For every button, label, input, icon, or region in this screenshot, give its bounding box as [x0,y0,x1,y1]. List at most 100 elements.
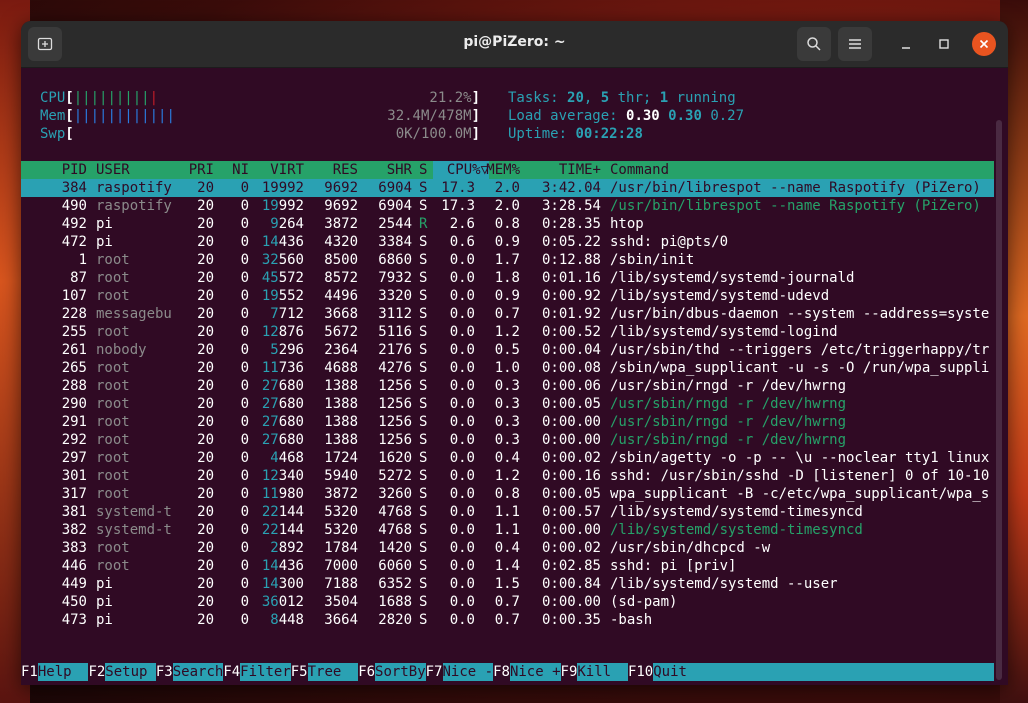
col-time: 0:00.04 [541,342,601,358]
col-cmd: /lib/systemd/systemd-timesyncd [610,504,863,520]
fkey-label-f9[interactable]: Kill [577,663,628,681]
process-row[interactable]: 490 raspotify 20 0 19992 9692 6904 S 17.3 2.0 3:28… [21,197,994,215]
fkey-label-f5[interactable]: Tree [307,663,359,681]
process-row[interactable]: 291 root 20 0 27680 1388 1256 S 0.0 0.3 0:00.00/us… [21,413,994,431]
col-user: root [96,450,130,466]
process-row[interactable]: 261 nobody 20 0 5296 2364 2176 S 0.0 0.5 0:00.04/u… [21,341,994,359]
col-virt: 22144 [261,522,304,538]
process-row[interactable]: 301 root 20 0 12340 5940 5272 S 0.0 1.2 0:00.16 ssh… [21,467,994,485]
fkey-f5[interactable]: F5 [291,663,308,681]
header-user[interactable]: USER [96,161,186,179]
process-row[interactable]: 381 systemd-t 20 0 22144 5320 4768 S 0.0 1.1 0:00.… [21,503,994,521]
process-row[interactable]: 382 systemd-t 20 0 22144 5320 4768 S 0.0 1.1 0:00.… [21,521,994,539]
process-row[interactable]: 473 pi 20 0 8448 3664 2820 S 0.0 0.7 0:00.35 -bash [21,611,994,629]
fkey-f1[interactable]: F1 [21,663,38,681]
fkey-label-f10[interactable]: Quit [653,663,994,681]
col-s: S [419,270,428,286]
process-row[interactable]: 265 root 20 0 11736 4688 4276 S 0.0 1.0 0:00.08/sb… [21,359,994,377]
fkey-label-f4[interactable]: Filter [240,663,291,681]
col-s: S [419,576,428,592]
process-row[interactable]: 383 root 20 0 2892 1784 1420 S 0.0 0.4 0:00.02/usr… [21,539,994,557]
process-row[interactable]: 255 root 20 0 12876 5672 5116 S 0.0 1.2 0:00.52/li… [21,323,994,341]
process-row[interactable]: 297 root 20 0 4468 1724 1620 S 0.0 0.4 0:00.02/sbi… [21,449,994,467]
col-virt: 14436 [261,558,304,574]
minimize-button[interactable] [894,32,918,56]
process-row[interactable]: 446 root 20 0 14436 7000 6060 S 0.0 1.4 0:02.85 ssh… [21,557,994,575]
fkey-label-f1[interactable]: Help [37,663,89,681]
process-row[interactable]: 87 root 20 0 45572 8572 7932 S 0.0 1.8 0:01.16/lib… [21,269,994,287]
mem-meter: Mem[|||||||||||| [40,108,175,124]
search-button[interactable] [797,27,831,61]
col-pid: 87 [70,270,87,286]
process-row[interactable]: 384 raspotify 20 0 19992 9692 6904 S 17.3 2.0 3:42… [21,179,994,197]
fkey-label-f7[interactable]: Nice - [442,663,494,681]
menu-button[interactable] [838,27,872,61]
col-cmd: /sbin/init [610,252,695,268]
minimize-icon [902,47,910,49]
col-cmd: /usr/sbin/rngd -r /dev/hwrng [610,432,847,448]
fkey-f8[interactable]: F8 [493,663,510,681]
col-cmd: sshd: pi@pts/0 [610,234,729,250]
col-shr: 1256 [378,378,412,394]
fkey-label-f6[interactable]: SortBy [375,663,426,681]
fkey-f4[interactable]: F4 [223,663,240,681]
header-mem[interactable]: MEM% [475,161,520,179]
process-row[interactable]: 1 root 20 0 32560 8500 6860 S 0.0 1.7 0:12.88/sbin… [21,251,994,269]
cpu-meter: CPU[|||||||||| [40,90,159,106]
process-row[interactable]: 292 root 20 0 27680 1388 1256 S 0.0 0.3 0:00.00/us… [21,431,994,449]
col-pri: 20 [197,450,214,466]
process-row[interactable]: 317 root 20 0 11980 3872 3260 S 0.0 0.8 0:00.05 wpa… [21,485,994,503]
col-res: 9692 [324,180,358,196]
col-cpu: 0.0 [449,396,475,412]
close-button[interactable] [972,32,996,56]
fkey-f9[interactable]: F9 [561,663,578,681]
header-pri[interactable]: PRI [181,161,214,179]
process-row[interactable]: 492 pi 20 0 9264 3872 2544 R 2.6 0.8 0:28.35 htop [21,215,994,233]
process-row[interactable]: 472 pi 20 0 14436 4320 3384 S 0.6 0.9 0:05.22 sshd:… [21,233,994,251]
header-s[interactable]: S [419,161,431,179]
col-ni: 0 [240,342,249,358]
col-res: 3664 [324,612,358,628]
process-row[interactable]: 450 pi 20 0 36012 3504 1688 S 0.0 0.7 0:00.00 (sd-p… [21,593,994,611]
col-s: S [419,360,428,376]
col-pri: 20 [197,324,214,340]
fkey-f6[interactable]: F6 [358,663,375,681]
col-cpu: 2.6 [449,216,475,232]
fkey-label-f8[interactable]: Nice + [509,663,561,681]
col-cpu: 0.0 [449,432,475,448]
col-mem: 1.8 [494,270,520,286]
col-ni: 0 [240,432,249,448]
cpu-bars: ||||||||| [73,90,150,106]
col-pri: 20 [197,234,214,250]
col-ni: 0 [240,612,249,628]
process-row[interactable]: 290 root 20 0 27680 1388 1256 S 0.0 0.3 0:00.05/us… [21,395,994,413]
process-row[interactable]: 107 root 20 0 19552 4496 3320 S 0.0 0.9 0:00.92/li… [21,287,994,305]
process-row[interactable]: 228 messagebu 20 0 7712 3668 3112 S 0.0 0.7 0:01.9… [21,305,994,323]
header-res[interactable]: RES [307,161,358,179]
col-time: 0:28.35 [541,216,601,232]
fkey-f7[interactable]: F7 [426,663,443,681]
terminal-area[interactable]: CPU[|||||||||| 21.2%] Mem[|||||||||||| 3… [21,68,1008,685]
process-row[interactable]: 449 pi 20 0 14300 7188 6352 S 0.0 1.5 0:00.84/lib/… [21,575,994,593]
header-ni[interactable]: NI [216,161,249,179]
header-virt[interactable]: VIRT [253,161,304,179]
header-pid[interactable]: PID [40,161,87,179]
header-shr[interactable]: SHR [361,161,412,179]
col-shr: 6352 [378,576,412,592]
header-cmd[interactable]: Command [610,161,994,179]
swp-meter: Swp[ [40,126,74,142]
col-ni: 0 [240,594,249,610]
col-cpu: 0.0 [449,414,475,430]
maximize-button[interactable] [932,32,956,56]
col-pri: 20 [197,252,214,268]
col-pri: 20 [197,504,214,520]
col-cmd: htop [610,216,644,232]
fkey-label-f3[interactable]: Search [172,663,224,681]
scrollbar[interactable] [996,120,1002,680]
header-time[interactable]: TIME+ [521,161,601,179]
fkey-f3[interactable]: F3 [156,663,173,681]
fkey-f2[interactable]: F2 [88,663,105,681]
fkey-f10[interactable]: F10 [628,663,653,681]
fkey-label-f2[interactable]: Setup [105,663,156,681]
process-row[interactable]: 288 root 20 0 27680 1388 1256 S 0.0 0.3 0:00.06/us… [21,377,994,395]
